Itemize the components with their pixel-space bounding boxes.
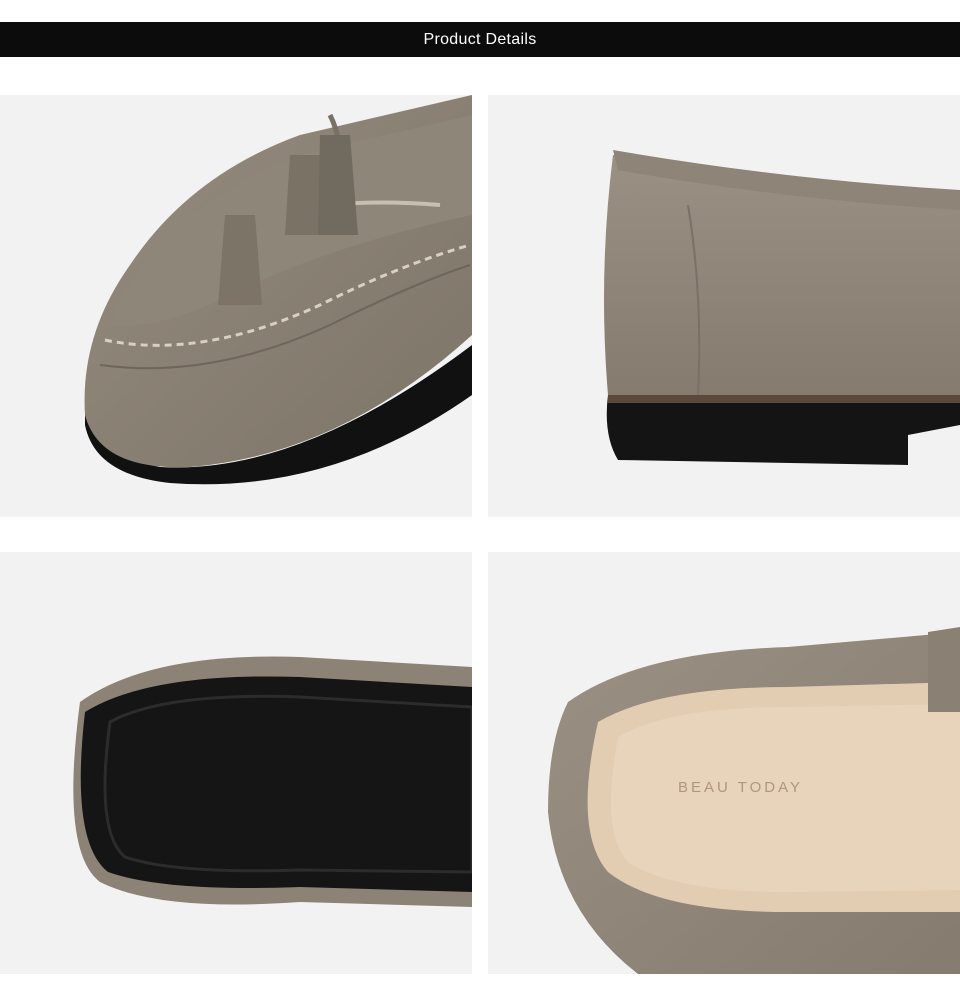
insole-illustration: BEAU TODAY (548, 627, 960, 974)
toe-tassel-illustration (84, 95, 472, 485)
photo-outsole (0, 552, 472, 974)
photo-insole: BEAU TODAY (488, 552, 960, 974)
photo-toe-tassel (0, 95, 472, 517)
photo-heel-side (488, 95, 960, 517)
heel-side-illustration (604, 150, 960, 465)
product-details-banner: Product Details (0, 22, 960, 57)
insole-logo: BEAU TODAY (678, 779, 803, 796)
banner-title: Product Details (423, 30, 537, 48)
outsole-illustration (73, 656, 472, 907)
